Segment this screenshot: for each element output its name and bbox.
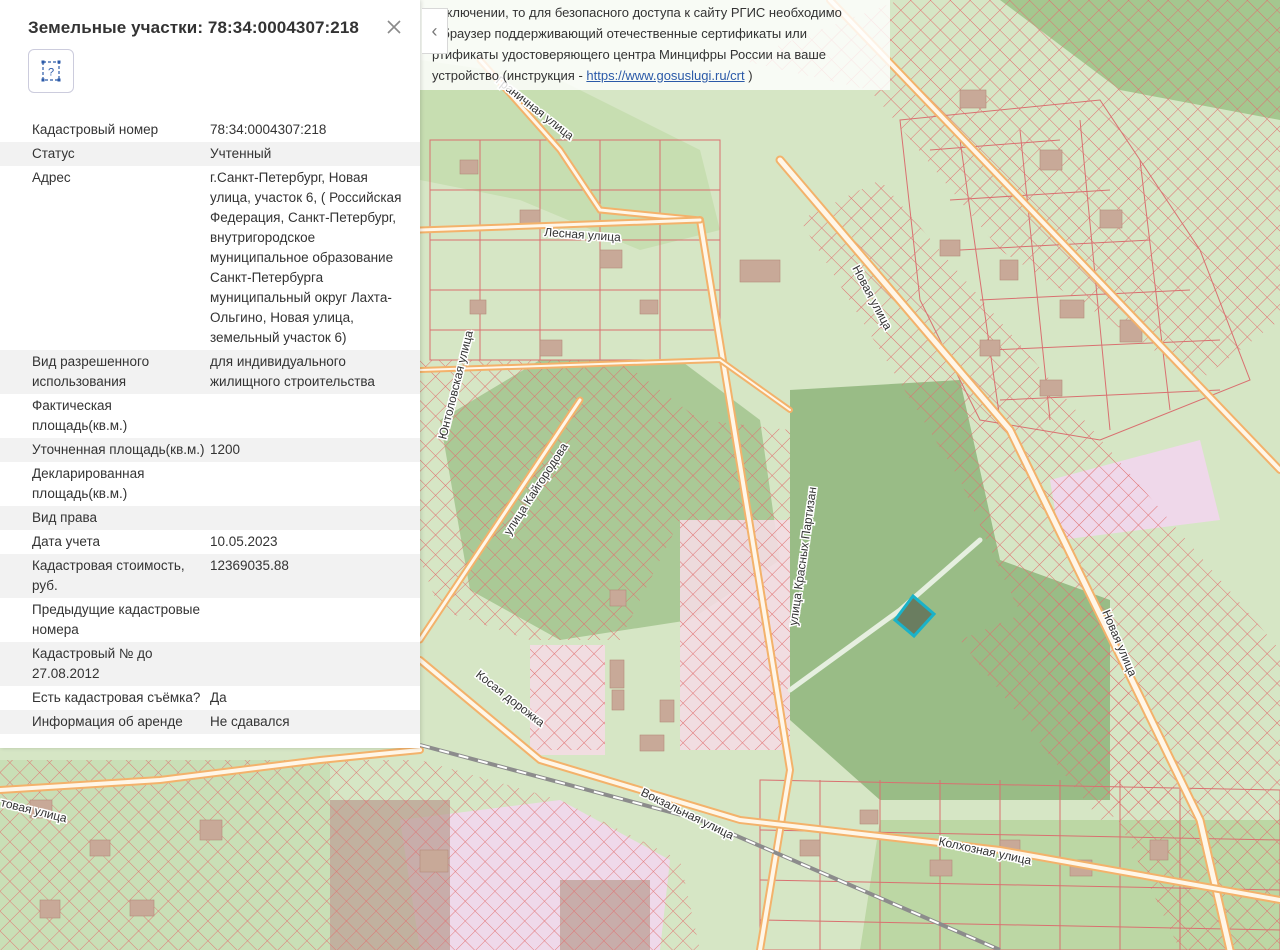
unknown-frame-button[interactable]: ? [28,49,74,93]
property-key: Кадастровый номер [32,122,159,137]
property-value: Да [210,690,227,705]
collapse-panel-button[interactable]: ‹ [422,8,448,54]
property-value: для индивидуального жилищного строительс… [210,354,375,389]
property-value: Учтенный [210,146,272,161]
close-icon [387,20,401,34]
parcel-info-panel: Земельные участки: 78:34:0004307:218 ? К… [0,0,420,748]
property-key: Кадастровая стоимость, руб. [32,558,185,593]
chevron-left-icon: ‹ [431,20,438,41]
property-row: Есть кадастровая съёмка? Да [0,686,420,710]
property-row: Декларированная площадь(кв.м.) [0,462,420,506]
property-row: Предыдущие кадастровые номера [0,598,420,642]
property-key: Есть кадастровая съёмка? [32,690,201,705]
unknown-frame-icon: ? [41,60,61,82]
property-key: Фактическая площадь(кв.м.) [32,398,128,433]
panel-header: Земельные участки: 78:34:0004307:218 [28,18,406,48]
property-key: Дата учета [32,534,101,549]
gosuslugi-link[interactable]: https://www.gosuslugi.ru/crt [586,68,744,83]
property-row: Кадастровый № до 27.08.2012 [0,642,420,686]
property-row: Вид права [0,506,420,530]
property-key: Адрес [32,170,71,185]
property-value [210,642,420,686]
property-value: 10.05.2023 [210,534,278,549]
tool-glyph: ? [48,67,54,79]
property-row: Кадастровый номер 78:34:0004307:218 [0,118,420,142]
property-value [210,506,420,530]
notice-suffix: ) [744,68,753,83]
property-key: Кадастровый № до 27.08.2012 [32,646,153,681]
notice-prefix: устройство (инструкция - [432,68,587,83]
properties-table: Кадастровый номер 78:34:0004307:218 Статус… [0,118,420,734]
property-key: Вид права [32,510,98,525]
property-value: г.Санкт-Петербург, Новая улица, участок … [210,170,402,345]
property-row: Адрес г.Санкт-Петербург, Новая улица, уча… [0,166,420,350]
property-value: 78:34:0004307:218 [210,122,327,137]
property-value: 12369035.88 [210,558,289,573]
close-button[interactable] [382,16,406,40]
property-row: Кадастровая стоимость, руб. 12369035.88 [0,554,420,598]
notice-line: одключении, то для безопасного доступа к… [432,5,842,20]
notice-line: ь браузер поддерживающий отечественные с… [432,26,808,41]
property-row: Вид разрешенного использования для индиви… [0,350,420,394]
notice-line: ртификаты удостоверяющего центра Минцифр… [432,47,827,62]
property-value [210,462,420,506]
property-key: Информация об аренде [32,714,183,729]
notice-line: устройство (инструкция - https://www.gos… [432,65,890,86]
property-row: Уточненная площадь(кв.м.) 1200 [0,438,420,462]
property-key: Статус [32,146,75,161]
property-key: Вид разрешенного использования [32,354,150,389]
property-row: Дата учета 10.05.2023 [0,530,420,554]
property-value [210,598,420,642]
property-row: Информация об аренде Не сдавался [0,710,420,734]
property-value [210,394,420,438]
property-row: Статус Учтенный [0,142,420,166]
panel-title: Земельные участки: 78:34:0004307:218 [28,18,359,37]
property-key: Декларированная площадь(кв.м.) [32,466,145,501]
property-value: Не сдавался [210,714,290,729]
certificate-notice: одключении, то для безопасного доступа к… [420,0,890,90]
property-key: Уточненная площадь(кв.м.) [32,442,205,457]
property-key: Предыдущие кадастровые номера [32,602,200,637]
property-value: 1200 [210,442,241,457]
property-row: Фактическая площадь(кв.м.) [0,394,420,438]
